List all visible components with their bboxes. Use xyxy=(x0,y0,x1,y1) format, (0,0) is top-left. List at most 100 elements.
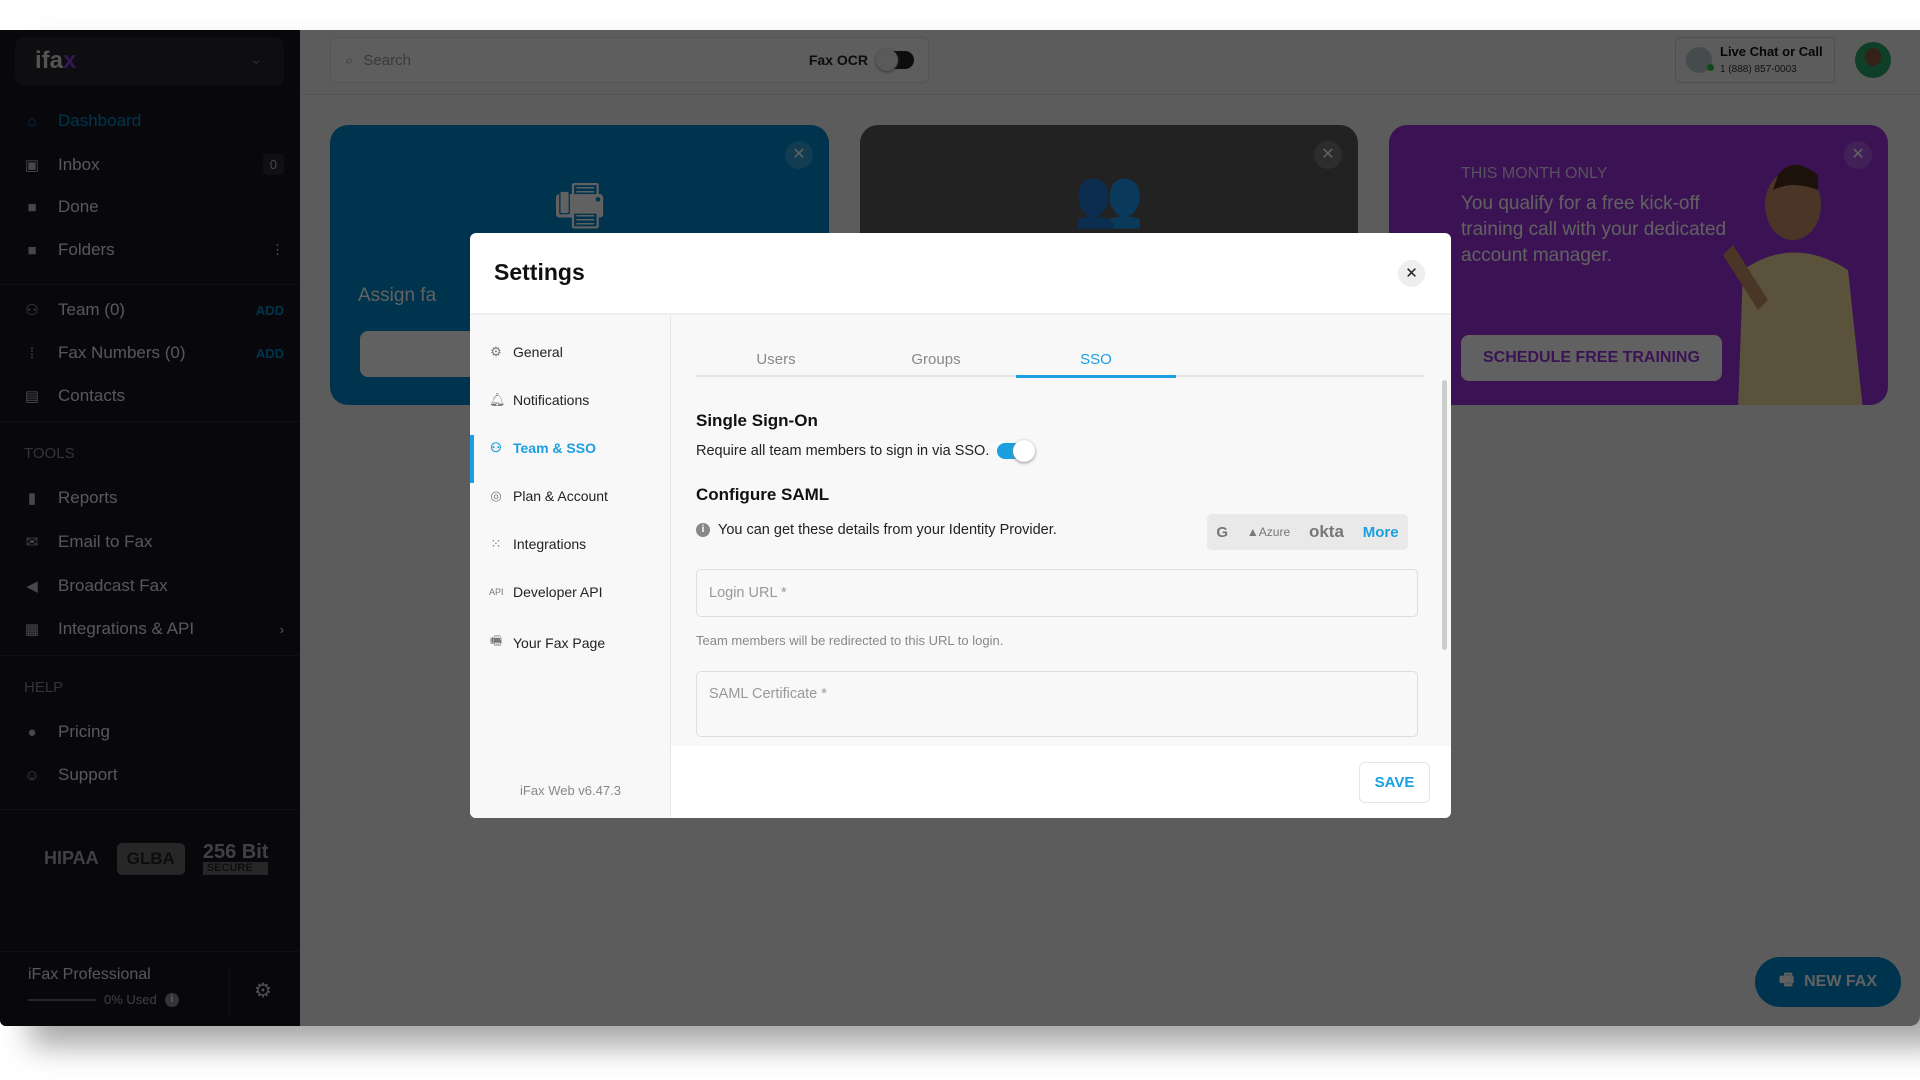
info-icon: i xyxy=(696,523,710,537)
sso-heading: Single Sign-On xyxy=(696,411,818,430)
chat-phone: 1 (888) 857-0003 xyxy=(1720,63,1797,75)
active-indicator xyxy=(470,435,474,483)
sidebar-item-fax-numbers[interactable]: ⁞ Fax Numbers (0) ADD xyxy=(24,343,284,363)
hipaa-badge: HIPAA xyxy=(44,848,99,868)
sidebar: ifax ⌄ ⌂ Dashboard ▣ Inbox 0 ■ Done ■ Folders… xyxy=(0,30,300,1026)
sso-toggle[interactable] xyxy=(997,440,1036,462)
fax-ocr-toggle[interactable] xyxy=(876,49,914,71)
puzzle-icon: ▦ xyxy=(24,621,40,638)
info-icon[interactable]: i xyxy=(164,992,179,1007)
sidebar-item-broadcast-fax[interactable]: ◀ Broadcast Fax xyxy=(24,576,284,596)
nav-notifications[interactable]: 🔔︎ Notifications xyxy=(489,392,589,408)
saml-certificate-input[interactable]: SAML Certificate * xyxy=(696,671,1418,737)
new-fax-button[interactable]: 🖷 NEW FAX xyxy=(1755,957,1901,1007)
folder-icon: ■ xyxy=(27,241,37,259)
login-url-help: Team members will be redirected to this … xyxy=(696,633,1004,648)
login-url-input[interactable]: Login URL * xyxy=(696,569,1418,617)
nav-integrations[interactable]: ⁙ Integrations xyxy=(489,536,587,552)
nav-general[interactable]: ⚙ General xyxy=(489,344,563,360)
add-fax-number-button[interactable]: ADD xyxy=(256,346,284,361)
grid-icon: ⁙ xyxy=(490,536,502,551)
plan-usage: 0% Used i xyxy=(28,992,179,1007)
sidebar-item-email-to-fax[interactable]: ✉ Email to Fax xyxy=(24,532,284,552)
divider xyxy=(0,284,300,285)
account-icon: ◎ xyxy=(490,488,502,503)
bar-chart-icon: ▮ xyxy=(27,490,37,507)
live-chat-button[interactable]: Live Chat or Call 1 (888) 857-0003 xyxy=(1675,37,1835,83)
close-icon[interactable]: ✕ xyxy=(1314,141,1342,169)
team-icon: ⚇ xyxy=(25,302,39,319)
ifax-logo: ifax xyxy=(35,47,77,74)
topbar: ⌕ Search Fax OCR Live Chat or Call 1 (888)… xyxy=(300,30,1920,95)
sidebar-item-team[interactable]: ⚇ Team (0) ADD xyxy=(24,300,284,320)
nav-your-fax-page[interactable]: 🖷 Your Fax Page xyxy=(489,632,605,654)
divider xyxy=(0,809,300,810)
close-icon[interactable]: ✕ xyxy=(1844,141,1872,169)
divider xyxy=(0,421,300,422)
sidebar-item-pricing[interactable]: ● Pricing xyxy=(24,722,284,742)
search-input[interactable]: ⌕ Search Fax OCR xyxy=(330,37,929,83)
tab-sso[interactable]: SSO xyxy=(1016,351,1176,378)
more-providers-link[interactable]: More xyxy=(1363,524,1399,541)
app-version: iFax Web v6.47.3 xyxy=(520,783,621,798)
account-switcher[interactable]: ifax ⌄ xyxy=(15,37,284,86)
settings-gear-icon[interactable]: ⚙ xyxy=(254,978,272,1003)
settings-content: Users Groups SSO Single Sign-On Require … xyxy=(671,315,1451,746)
nav-team-sso[interactable]: ⚇ Team & SSO xyxy=(489,440,596,456)
scrollbar[interactable] xyxy=(1442,380,1447,650)
divider xyxy=(0,951,300,952)
users-icon: 👥 xyxy=(1074,166,1144,229)
saml-info: i You can get these details from your Ide… xyxy=(696,522,1057,538)
tab-groups[interactable]: Groups xyxy=(856,351,1016,368)
contacts-icon: ▤ xyxy=(24,388,40,405)
promo-person-image xyxy=(1723,165,1863,405)
done-folder-icon: ■ xyxy=(27,198,37,216)
sidebar-item-inbox[interactable]: ▣ Inbox 0 xyxy=(24,154,284,175)
support-icon: ☺ xyxy=(24,766,40,784)
sidebar-item-dashboard[interactable]: ⌂ Dashboard xyxy=(24,111,284,131)
dialog-title: Settings xyxy=(494,259,585,285)
glba-badge: GLBA xyxy=(116,842,185,875)
close-icon[interactable]: ✕ xyxy=(785,141,813,169)
nav-developer-api[interactable]: API Developer API xyxy=(489,584,603,600)
sidebar-item-reports[interactable]: ▮ Reports xyxy=(24,488,284,508)
secure-bits: 256 Bit xyxy=(202,841,269,863)
fax-ocr-label: Fax OCR xyxy=(808,52,868,68)
new-fax-label: NEW FAX xyxy=(1804,973,1877,990)
tab-bar: Users Groups SSO xyxy=(696,315,1425,378)
help-header: HELP xyxy=(24,679,64,696)
api-icon: API xyxy=(489,587,504,597)
save-button[interactable]: SAVE xyxy=(1359,762,1430,803)
gear-icon: ⚙ xyxy=(490,344,502,359)
search-icon: ⌕ xyxy=(345,51,354,69)
plan-name: iFax Professional xyxy=(28,966,151,983)
sidebar-item-integrations-api[interactable]: ▦ Integrations & API › xyxy=(24,619,284,639)
bell-icon: 🔔︎ xyxy=(489,392,506,407)
divider xyxy=(229,965,230,1020)
sidebar-item-support[interactable]: ☺ Support xyxy=(24,765,284,785)
sidebar-item-contacts[interactable]: ▤ Contacts xyxy=(24,386,284,406)
settings-nav: ⚙ General 🔔︎ Notifications ⚇ Team & SSO ◎ Pl… xyxy=(470,315,671,818)
chevron-down-icon: ⌄ xyxy=(250,51,262,67)
promo-card: ✕ THIS MONTH ONLY You qualify for a free … xyxy=(1389,125,1888,405)
close-button[interactable]: ✕ xyxy=(1398,260,1425,287)
promo-eyebrow: THIS MONTH ONLY xyxy=(1461,165,1608,182)
settings-dialog: Settings ✕ ⚙ General 🔔︎ Notifications ⚇ Team… xyxy=(470,233,1451,818)
user-avatar[interactable] xyxy=(1855,42,1891,78)
sidebar-item-folders[interactable]: ■ Folders ⋮ xyxy=(24,240,284,260)
tab-users[interactable]: Users xyxy=(696,351,856,368)
usage-bar xyxy=(28,998,96,1001)
add-team-button[interactable]: ADD xyxy=(256,303,284,318)
compliance-badges: HIPAA GLBA 256 Bit SECURE xyxy=(44,841,269,875)
okta-logo: okta xyxy=(1308,522,1344,541)
tools-header: TOOLS xyxy=(24,445,75,462)
more-vertical-icon[interactable]: ⋮ xyxy=(271,242,284,258)
schedule-training-button[interactable]: SCHEDULE FREE TRAINING xyxy=(1461,335,1722,381)
azure-logo: ▲Azure xyxy=(1246,525,1291,539)
fax-ocr-toggle-group: Fax OCR xyxy=(808,49,914,71)
nav-plan-account[interactable]: ◎ Plan & Account xyxy=(489,488,608,504)
sidebar-item-done[interactable]: ■ Done xyxy=(24,197,284,217)
home-icon: ⌂ xyxy=(27,112,37,130)
chat-title: Live Chat or Call xyxy=(1720,43,1823,59)
promo-body: You qualify for a free kick-off training… xyxy=(1461,193,1727,266)
